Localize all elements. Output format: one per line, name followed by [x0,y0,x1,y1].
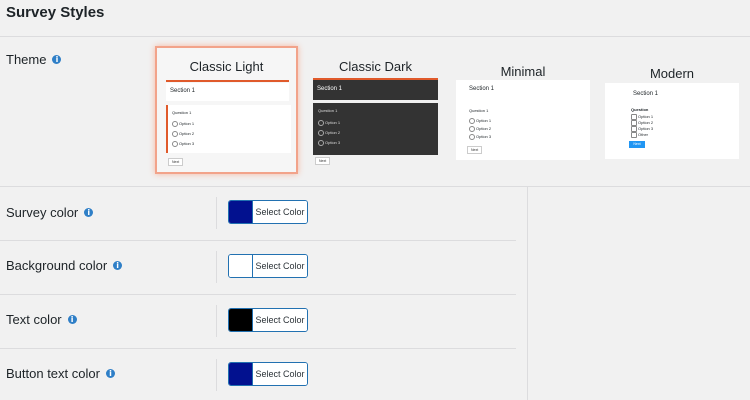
preview-option: Option 3 [179,141,195,146]
select-color-button[interactable]: Select Color [253,255,307,277]
row-divider [0,294,516,295]
button-text-color-label: Button text color i [6,366,115,381]
background-color-picker[interactable]: Select Color [228,254,308,278]
preview-section-title: Section 1 [170,88,196,94]
preview-next-button: Next [315,157,331,165]
select-color-button[interactable]: Select Color [253,363,307,385]
color-swatch [229,201,253,223]
preview-option: Option 3 [638,126,654,131]
row-divider [216,251,217,283]
preview-option: Option 1 [638,114,654,119]
checkbox-icon [631,132,637,138]
text-color-label: Text color i [6,312,77,327]
color-swatch [229,363,253,385]
info-icon[interactable]: i [67,315,77,324]
theme-preview: Section 1 Question Option 1 Option 2 Opt… [605,83,739,159]
row-divider [216,359,217,391]
theme-name: Classic Light [189,59,264,74]
theme-name: Classic Dark [339,59,412,74]
theme-name: Minimal [500,64,546,79]
theme-preview-question-card: Question 1 Option 1 Option 2 Option 3 [313,103,438,155]
background-color-label-text: Background color [6,258,108,273]
text-color-label-text: Text color [6,312,62,327]
theme-preview: Section 1 [166,83,289,101]
info-icon[interactable]: i [52,55,62,64]
select-color-button[interactable]: Select Color [253,309,307,331]
preview-section-title: Section 1 [469,86,495,92]
color-swatch [229,255,253,277]
row-divider [216,305,217,337]
preview-next-button: Next [629,141,645,148]
theme-preview: Section 1 [313,80,438,100]
page-title: Survey Styles [6,4,105,21]
radio-icon [469,118,475,124]
preview-option: Option 2 [179,131,195,136]
preview-option: Option 3 [325,140,341,145]
survey-color-label: Survey color i [6,205,94,220]
preview-question: Question 1 [318,108,338,113]
theme-option-minimal[interactable]: Minimal Section 1 Question 1 Option 1 Op… [456,62,590,162]
theme-preview: Section 1 Question 1 Option 1 Option 2 O… [456,80,590,160]
radio-icon [469,126,475,132]
radio-icon [318,140,324,146]
preview-option: Option 1 [179,121,195,126]
preview-option: Other [638,132,649,137]
info-icon[interactable]: i [113,261,123,270]
radio-icon [172,141,178,147]
background-color-label: Background color i [6,258,123,273]
radio-icon [172,131,178,137]
preview-option: Option 2 [476,126,492,131]
theme-option-modern[interactable]: Modern Section 1 Question Option 1 Optio… [605,64,739,160]
radio-icon [318,120,324,126]
theme-option-classic-light[interactable]: Classic Light Section 1 Question 1 Optio… [155,46,298,174]
radio-icon [469,134,475,140]
preview-option: Option 1 [476,118,492,123]
survey-color-picker[interactable]: Select Color [228,200,308,224]
theme-preview-question-card: Question 1 Option 1 Option 2 Option 3 [166,105,291,153]
info-icon[interactable]: i [84,208,94,217]
title-divider [0,36,750,37]
preview-option: Option 2 [325,130,341,135]
button-text-color-picker[interactable]: Select Color [228,362,308,386]
radio-icon [172,121,178,127]
theme-option-classic-dark[interactable]: Classic Dark Section 1 Question 1 Option… [313,55,438,167]
color-swatch [229,309,253,331]
select-color-button[interactable]: Select Color [253,201,307,223]
preview-question: Question 1 [469,108,489,113]
preview-section-title: Section 1 [633,91,659,97]
theme-accent-bar [166,80,289,82]
survey-color-label-text: Survey color [6,205,79,220]
text-color-picker[interactable]: Select Color [228,308,308,332]
button-text-color-label-text: Button text color [6,366,100,381]
row-divider [0,348,516,349]
row-divider [0,240,516,241]
theme-label-text: Theme [6,52,47,67]
preview-option: Option 2 [638,120,654,125]
row-divider [216,197,217,229]
theme-label: Theme i [6,52,62,67]
preview-option: Option 1 [325,120,341,125]
section-divider [0,186,750,187]
preview-section-title: Section 1 [317,86,343,92]
preview-option: Option 3 [476,134,492,139]
column-divider [527,187,528,400]
theme-name: Modern [649,66,695,81]
preview-question: Question 1 [172,110,192,115]
radio-icon [318,130,324,136]
preview-question: Question [631,107,649,112]
preview-next-button: Next [467,146,483,154]
preview-next-button: Next [168,158,184,166]
info-icon[interactable]: i [105,369,115,378]
